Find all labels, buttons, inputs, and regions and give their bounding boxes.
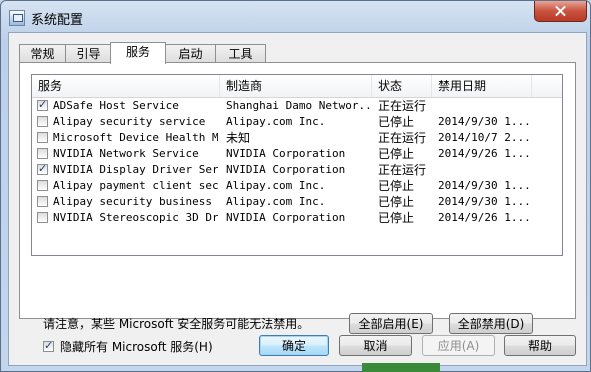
service-manufacturer: NVIDIA Corporation	[226, 211, 346, 224]
service-disable-date: 2014/9/30 1...	[438, 195, 531, 208]
service-disable-date: 2014/9/30 1...	[438, 115, 531, 128]
service-row[interactable]: Alipay security business ... Alipay.com I…	[32, 194, 562, 210]
service-manufacturer: Alipay.com Inc.	[226, 115, 326, 128]
service-checkbox[interactable]	[37, 132, 48, 143]
note-text: 请注意，某些 Microsoft 安全服务可能无法禁用。	[43, 317, 310, 331]
service-checkbox[interactable]	[37, 196, 48, 207]
service-row[interactable]: NVIDIA Network Service NVIDIA Corporation…	[32, 146, 562, 162]
service-name: NVIDIA Network Service	[53, 147, 199, 160]
service-manufacturer: Shanghai Damo Networ...	[226, 99, 371, 112]
service-status: 正在运行	[378, 131, 427, 145]
dialog-client: 常规 引导 服务 启动 工具 服务 制造商 状态 禁用日期 ADSafe Hos…	[8, 32, 587, 366]
services-list[interactable]: 服务 制造商 状态 禁用日期 ADSafe Host Service Shangh…	[31, 74, 563, 256]
service-checkbox[interactable]	[37, 212, 48, 223]
help-button[interactable]: 帮助	[504, 335, 576, 356]
service-row[interactable]: Alipay security service Alipay.com Inc. 已停…	[32, 114, 562, 130]
tab-services[interactable]: 服务	[110, 42, 166, 64]
service-manufacturer: 未知	[226, 131, 251, 145]
service-manufacturer: NVIDIA Corporation	[226, 147, 346, 160]
service-status: 已停止	[378, 195, 415, 209]
apply-button[interactable]: 应用(A)	[422, 335, 495, 356]
tab-general[interactable]: 常规	[19, 44, 66, 63]
window-title: 系统配置	[31, 13, 84, 28]
service-row[interactable]: NVIDIA Display Driver Ser... NVIDIA Corpo…	[32, 162, 562, 178]
service-checkbox[interactable]	[37, 98, 48, 111]
list-header: 服务 制造商 状态 禁用日期	[32, 75, 562, 98]
service-name: Alipay payment client sec...	[53, 179, 218, 192]
tab-tools[interactable]: 工具	[215, 44, 266, 63]
service-name: ADSafe Host Service	[53, 99, 179, 112]
service-checkbox[interactable]	[37, 148, 48, 159]
column-status[interactable]: 状态	[372, 75, 432, 97]
service-name: Alipay security business ...	[53, 195, 218, 208]
service-status: 已停止	[378, 179, 415, 193]
disable-all-button[interactable]: 全部禁用(D)	[449, 313, 533, 334]
taskbar-fragment	[362, 363, 440, 372]
app-icon	[9, 10, 25, 26]
tab-startup[interactable]: 启动	[165, 44, 216, 63]
enable-all-button[interactable]: 全部启用(E)	[349, 313, 433, 334]
service-row[interactable]: ADSafe Host Service Shanghai Damo Networ.…	[32, 98, 562, 114]
service-disable-date	[438, 98, 538, 114]
service-status: 正在运行	[378, 99, 427, 113]
service-name: NVIDIA Stereoscopic 3D Dr...	[53, 211, 218, 224]
service-checkbox[interactable]	[37, 116, 48, 127]
hide-microsoft-checkbox[interactable]	[43, 339, 54, 352]
service-manufacturer: Alipay.com Inc.	[226, 179, 326, 192]
service-checkbox[interactable]	[37, 180, 48, 191]
service-disable-date: 2014/9/26 1...	[438, 211, 531, 224]
service-status: 正在运行	[378, 163, 427, 177]
column-service[interactable]: 服务	[32, 75, 220, 97]
service-status: 已停止	[378, 147, 415, 161]
service-checkbox[interactable]	[37, 162, 48, 175]
service-manufacturer: NVIDIA Corporation	[226, 163, 346, 176]
services-panel: 服务 制造商 状态 禁用日期 ADSafe Host Service Shangh…	[19, 62, 576, 354]
system-config-window: 系统配置 常规 引导 服务 启动 工具 服务 制造商 状态 禁用日期 ADSaf…	[0, 0, 591, 372]
ok-button[interactable]: 确定	[259, 335, 329, 356]
service-row[interactable]: NVIDIA Stereoscopic 3D Dr... NVIDIA Corpo…	[32, 210, 562, 226]
service-name: Alipay security service	[53, 115, 206, 128]
close-button[interactable]	[534, 1, 587, 22]
service-status: 已停止	[378, 211, 415, 225]
service-disable-date: 2014/9/26 1...	[438, 147, 531, 160]
hide-microsoft-label: 隐藏所有 Microsoft 服务(H)	[60, 340, 213, 354]
service-disable-date: 2014/9/30 1...	[438, 179, 531, 192]
column-manufacturer[interactable]: 制造商	[220, 75, 372, 97]
title-bar[interactable]: 系统配置	[1, 1, 590, 33]
tab-boot[interactable]: 引导	[65, 44, 112, 63]
service-disable-date: 2014/10/7 2...	[438, 131, 531, 144]
service-status: 已停止	[378, 115, 415, 129]
service-row[interactable]: Alipay payment client sec... Alipay.com I…	[32, 178, 562, 194]
service-row[interactable]: Microsoft Device Health M... 未知 正在运行 2014/1…	[32, 130, 562, 146]
service-manufacturer: Alipay.com Inc.	[226, 195, 326, 208]
cancel-button[interactable]: 取消	[339, 335, 412, 356]
service-name: NVIDIA Display Driver Ser...	[53, 163, 218, 176]
service-disable-date	[438, 162, 538, 178]
service-name: Microsoft Device Health M...	[53, 131, 218, 144]
column-disable-date[interactable]: 禁用日期	[432, 75, 532, 97]
